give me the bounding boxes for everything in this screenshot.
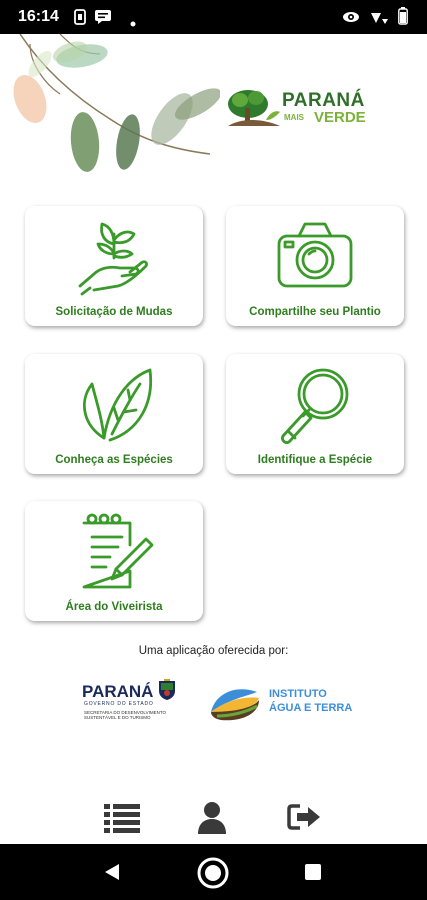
brand-logo: PARANÁ MAIS VERDE xyxy=(226,84,386,134)
menu-card-label: Conheça as Espécies xyxy=(55,454,173,466)
parana-logo-name: PARANÁ xyxy=(82,682,154,701)
system-home-button[interactable] xyxy=(196,856,230,895)
brand-title-mais: MAIS xyxy=(284,113,304,122)
system-back-button[interactable] xyxy=(102,862,122,887)
menu-card-label: Área do Viveirista xyxy=(65,601,163,613)
app-screen: PARANÁ MAIS VERDE Solicitação de Mudas C… xyxy=(0,34,427,844)
recents-icon xyxy=(305,864,321,880)
brand-title-verde: VERDE xyxy=(314,109,366,126)
menu-card-label: Identifique a Espécie xyxy=(257,454,373,466)
parana-logo-subtitle: GOVERNO DO ESTADO xyxy=(84,701,154,707)
camera-icon xyxy=(277,222,353,288)
instituto-agua-terra-logo: INSTITUTO ÁGUA E TERRA xyxy=(207,682,367,726)
wifi-icon xyxy=(367,9,389,30)
menu-card-identifique-especie[interactable]: Identifique a Espécie xyxy=(226,354,404,474)
menu-card-label: Compartilhe seu Plantio xyxy=(249,306,381,318)
magnifier-icon xyxy=(281,368,349,444)
bottom-navigation xyxy=(0,790,427,844)
eye-icon xyxy=(342,9,360,30)
nav-list-button[interactable] xyxy=(102,800,142,834)
status-bar: 16:14 xyxy=(0,0,427,34)
hand-sprout-icon xyxy=(78,222,148,296)
leaf-icon xyxy=(83,368,153,442)
parana-logo-detail: SECRETARIA DO DESENVOLVIMENTO SUSTENTÁVE… xyxy=(84,710,167,720)
list-icon xyxy=(104,804,140,833)
iat-emblem-icon xyxy=(211,689,259,721)
decorative-leaves xyxy=(13,34,220,172)
iat-logo-line2: ÁGUA E TERRA xyxy=(269,702,353,714)
sim-card-icon xyxy=(74,9,86,30)
menu-card-compartilhe-plantio[interactable]: Compartilhe seu Plantio xyxy=(226,206,404,326)
menu-card-area-viveirista[interactable]: Área do Viveirista xyxy=(25,501,203,621)
user-icon xyxy=(198,802,226,834)
message-icon xyxy=(94,9,112,30)
nav-logout-button[interactable] xyxy=(284,800,324,834)
offered-by-text: Uma aplicação oferecida por: xyxy=(138,645,289,657)
home-icon xyxy=(197,857,229,889)
notepad-pencil-icon xyxy=(82,513,154,589)
back-icon xyxy=(105,864,119,880)
system-recents-button[interactable] xyxy=(304,863,322,886)
menu-card-solicitacao-mudas[interactable]: Solicitação de Mudas xyxy=(25,206,203,326)
system-navigation-bar xyxy=(0,844,427,900)
parana-government-logo: PARANÁ GOVERNO DO ESTADO SECRETARIA DO D… xyxy=(80,674,180,730)
menu-card-conheca-especies[interactable]: Conheça as Espécies xyxy=(25,354,203,474)
tree-logo-icon xyxy=(228,90,280,126)
notification-dot-icon xyxy=(130,14,136,32)
status-time: 16:14 xyxy=(18,8,59,25)
menu-card-label: Solicitação de Mudas xyxy=(55,306,173,318)
battery-icon xyxy=(398,7,408,30)
logout-icon xyxy=(287,804,320,830)
iat-logo-line1: INSTITUTO xyxy=(269,688,327,700)
state-crest-icon xyxy=(159,679,175,700)
nav-profile-button[interactable] xyxy=(192,800,232,834)
